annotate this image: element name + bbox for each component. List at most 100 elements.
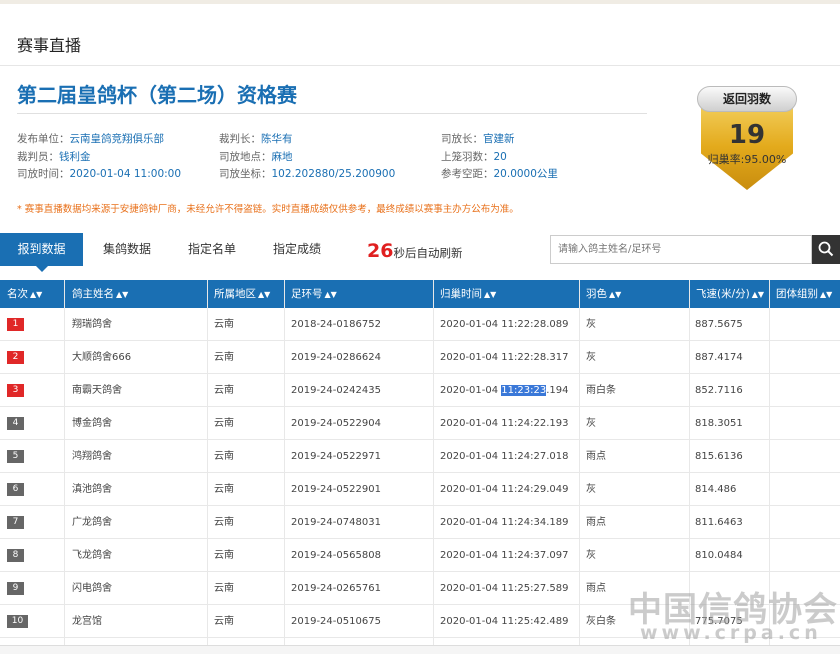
- sort-icon: ▲▼: [484, 290, 497, 299]
- cell-speed: 852.7116: [695, 385, 743, 396]
- header-region[interactable]: 所属地区 ▲▼: [214, 280, 270, 308]
- rank-badge: 10: [7, 615, 28, 628]
- search-input[interactable]: [550, 235, 812, 264]
- page-title: 赛事直播: [17, 36, 82, 55]
- count-info: 上笼羽数：20: [441, 151, 507, 163]
- cell-owner: 南霸天鸽舍: [72, 385, 122, 396]
- sort-icon: ▲▼: [820, 290, 833, 299]
- rank-badge: 3: [7, 384, 24, 397]
- cell-time: 2020-01-04 11:24:29.049: [440, 484, 569, 495]
- table-row: 1 翔瑞鸽舍 云南 2018-24-0186752 2020-01-04 11:22:2…: [0, 308, 840, 341]
- sort-icon: ▲▼: [609, 290, 622, 299]
- search-button[interactable]: [812, 235, 840, 264]
- sort-icon: ▲▼: [258, 290, 271, 299]
- table-row: 3 南霸天鸽舍 云南 2019-24-0242435 2020-01-04 11:23:…: [0, 374, 840, 407]
- rank-badge: 9: [7, 582, 24, 595]
- cell-ring: 2019-24-0522971: [291, 451, 381, 462]
- cell-owner: 广龙鸽舍: [72, 517, 112, 528]
- divider: [17, 113, 647, 114]
- release-time-info: 司放时间：2020-01-04 11:00:00: [17, 168, 182, 180]
- column-divider: [433, 280, 434, 654]
- header-speed[interactable]: 飞速(米/分) ▲▼: [696, 280, 764, 308]
- table-row: 8 飞龙鸽舍 云南 2019-24-0565808 2020-01-04 11:24:3…: [0, 539, 840, 572]
- cell-color: 雨点: [586, 451, 606, 462]
- cell-region: 云南: [214, 517, 234, 528]
- cell-speed: 887.5675: [695, 319, 743, 330]
- header-color[interactable]: 羽色 ▲▼: [586, 280, 621, 308]
- cell-owner: 博金鸽舍: [72, 418, 112, 429]
- header-time[interactable]: 归巢时间 ▲▼: [440, 280, 496, 308]
- cell-speed: 818.3051: [695, 418, 743, 429]
- column-divider: [207, 280, 208, 654]
- divider: [0, 65, 840, 66]
- cell-time: 2020-01-04 11:24:22.193: [440, 418, 569, 429]
- cell-owner: 飞龙鸽舍: [72, 550, 112, 561]
- sort-icon: ▲▼: [116, 290, 129, 299]
- header-rank[interactable]: 名次 ▲▼: [7, 280, 42, 308]
- top-border: [0, 0, 840, 4]
- cell-color: 雨白条: [586, 385, 616, 396]
- referee-chief-info: 裁判长：陈华有: [219, 133, 293, 145]
- sort-icon: ▲▼: [751, 290, 765, 299]
- cell-region: 云南: [214, 418, 234, 429]
- table-row: 7 广龙鸽舍 云南 2019-24-0748031 2020-01-04 11:24:3…: [0, 506, 840, 539]
- referee-info: 裁判员：钱利金: [17, 151, 91, 163]
- cell-ring: 2019-24-0748031: [291, 517, 381, 528]
- cell-region: 云南: [214, 319, 234, 330]
- tab-designated-result[interactable]: 指定成绩: [265, 233, 329, 266]
- auto-refresh-countdown: 26秒后自动刷新: [367, 240, 463, 262]
- publisher-link[interactable]: 云南皇鸽竞翔俱乐部: [70, 133, 165, 145]
- cell-region: 云南: [214, 550, 234, 561]
- cell-ring: 2019-24-0242435: [291, 385, 381, 396]
- cell-region: 云南: [214, 616, 234, 627]
- cell-time: 2020-01-04 11:24:27.018: [440, 451, 569, 462]
- cell-region: 云南: [214, 484, 234, 495]
- notice-text: * 赛事直播数据均来源于安捷鸽钟厂商，未经允许不得盗链。实时直播成绩仅供参考，最…: [17, 204, 519, 215]
- cell-region: 云南: [214, 385, 234, 396]
- cell-color: 雨点: [586, 583, 606, 594]
- tab-designated-list[interactable]: 指定名单: [180, 233, 244, 266]
- cell-time: 2020-01-04 11:22:28.317: [440, 352, 569, 363]
- status-bar: [0, 645, 840, 654]
- cell-ring: 2019-24-0510675: [291, 616, 381, 627]
- time-part: 2020-01-04: [440, 385, 502, 396]
- cell-region: 云南: [214, 583, 234, 594]
- coords-info: 司放坐标：102.202880/25.200900: [219, 168, 396, 180]
- rank-badge: 5: [7, 450, 24, 463]
- race-title: 第二届皇鸽杯（第二场）资格赛: [17, 83, 297, 107]
- time-part: .194: [546, 385, 569, 396]
- rank-badge: 1: [7, 318, 24, 331]
- tab-arrival-data[interactable]: 报到数据: [0, 233, 83, 272]
- return-count-badge: 返回羽数 19 归巢率:95.00%: [697, 80, 797, 192]
- search-icon: [818, 241, 834, 257]
- cell-ring: 2019-24-0522904: [291, 418, 381, 429]
- header-ring[interactable]: 足环号 ▲▼: [291, 280, 337, 308]
- cell-region: 云南: [214, 352, 234, 363]
- rank-badge: 2: [7, 351, 24, 364]
- cell-time: 2020-01-04 11:24:34.189: [440, 517, 569, 528]
- sort-icon: ▲▼: [324, 290, 337, 299]
- cell-speed: 814.486: [695, 484, 737, 495]
- badge-label: 返回羽数: [697, 86, 797, 112]
- cell-time: 2020-01-04 11:25:42.489: [440, 616, 569, 627]
- cell-ring: 2019-24-0286624: [291, 352, 381, 363]
- table-row: 2 大顺鸽舍666 云南 2019-24-0286624 2020-01-04 11:2…: [0, 341, 840, 374]
- cell-color: 灰: [586, 550, 596, 561]
- column-divider: [64, 280, 65, 654]
- cell-speed: 887.4174: [695, 352, 743, 363]
- header-owner[interactable]: 鸽主姓名 ▲▼: [72, 280, 128, 308]
- header-group[interactable]: 团体组别 ▲▼: [776, 280, 832, 308]
- tab-collection-data[interactable]: 集鸽数据: [95, 233, 159, 266]
- cell-owner: 闪电鸽舍: [72, 583, 112, 594]
- release-chief-info: 司放长：官建新: [441, 133, 515, 145]
- release-place-info: 司放地点：麻地: [219, 151, 293, 163]
- table-header: 名次 ▲▼ 鸽主姓名 ▲▼ 所属地区 ▲▼ 足环号 ▲▼ 归巢时间 ▲▼ 羽色 ▲▼ 飞速(…: [0, 280, 840, 308]
- cell-time: 2020-01-04 11:25:27.589: [440, 583, 569, 594]
- rank-badge: 6: [7, 483, 24, 496]
- cell-owner: 大顺鸽舍666: [72, 352, 132, 363]
- rank-badge: 7: [7, 516, 24, 529]
- cell-ring: 2019-24-0565808: [291, 550, 381, 561]
- cell-time: 2020-01-04 11:22:28.089: [440, 319, 569, 330]
- cell-owner: 鸿翔鸽舍: [72, 451, 112, 462]
- badge-rate: 归巢率:95.00%: [707, 153, 787, 166]
